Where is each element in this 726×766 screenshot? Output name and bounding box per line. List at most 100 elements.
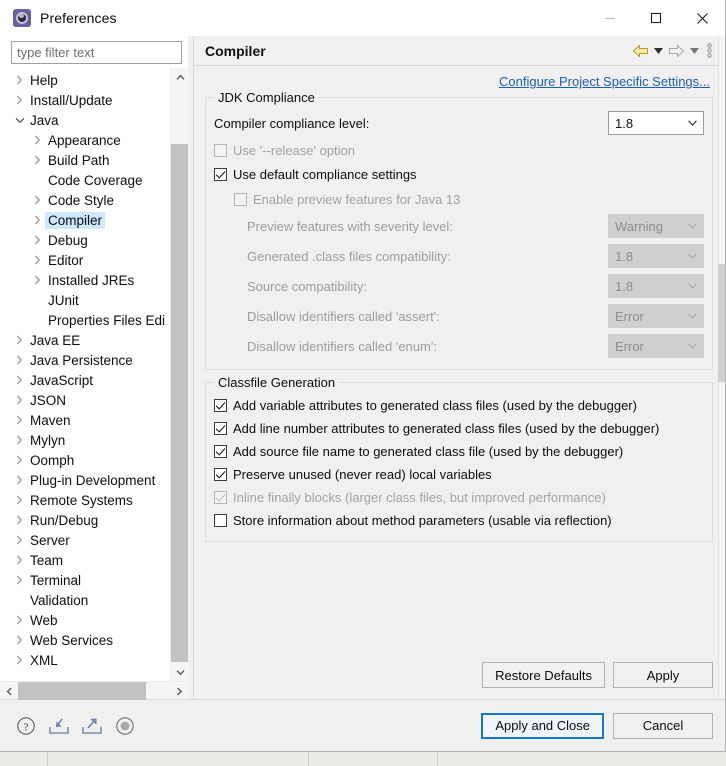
forward-arrow-icon[interactable] (665, 40, 687, 62)
use-release-option-checkbox[interactable]: Use '--release' option (214, 140, 704, 161)
cancel-button[interactable]: Cancel (613, 712, 713, 739)
help-icon[interactable]: ? (14, 714, 38, 738)
sidebar-item-validation[interactable]: Validation (0, 590, 170, 610)
sidebar-item-debug[interactable]: Debug (0, 230, 170, 250)
sidebar-item-junit[interactable]: JUnit (0, 290, 170, 310)
sidebar-item-javascript[interactable]: JavaScript (0, 370, 170, 390)
sidebar-item-compiler[interactable]: Compiler (0, 210, 170, 230)
source-compatibility-select[interactable]: 1.8 (608, 274, 704, 298)
apply-button[interactable]: Apply (613, 662, 713, 688)
export-icon[interactable] (80, 714, 104, 738)
sidebar-item-maven[interactable]: Maven (0, 410, 170, 430)
chevron-right-icon[interactable] (12, 95, 27, 105)
chevron-right-icon[interactable] (12, 575, 27, 585)
disallow-assert-select[interactable]: Error (608, 304, 704, 328)
page-vertical-scrollbar[interactable] (718, 36, 725, 699)
sidebar-item-remote-systems[interactable]: Remote Systems (0, 490, 170, 510)
preview-severity-select[interactable]: Warning (608, 214, 704, 238)
scroll-left-icon[interactable] (0, 682, 18, 700)
maximize-button[interactable] (633, 0, 679, 36)
chevron-right-icon[interactable] (12, 655, 27, 665)
record-icon[interactable] (113, 714, 137, 738)
close-button[interactable] (679, 0, 725, 36)
tree-scrollbar-thumb[interactable] (171, 144, 188, 662)
tree-vertical-scrollbar[interactable] (170, 68, 188, 681)
sidebar-item-code-style[interactable]: Code Style (0, 190, 170, 210)
sidebar-item-terminal[interactable]: Terminal (0, 570, 170, 590)
sidebar-item-web-services[interactable]: Web Services (0, 630, 170, 650)
chevron-right-icon[interactable] (12, 335, 27, 345)
scroll-up-icon[interactable] (171, 68, 188, 86)
chevron-right-icon[interactable] (12, 435, 27, 445)
chevron-right-icon[interactable] (30, 215, 45, 225)
scroll-right-icon[interactable] (170, 682, 188, 700)
chevron-right-icon[interactable] (12, 455, 27, 465)
sidebar-item-build-path[interactable]: Build Path (0, 150, 170, 170)
back-history-chevron-down-icon[interactable] (651, 40, 665, 62)
classfile-option-checkbox[interactable]: Preserve unused (never read) local varia… (214, 464, 704, 485)
page-scrollbar-thumb[interactable] (718, 264, 725, 382)
import-icon[interactable] (47, 714, 71, 738)
sidebar-item-json[interactable]: JSON (0, 390, 170, 410)
sidebar-item-plug-in-development[interactable]: Plug-in Development (0, 470, 170, 490)
forward-history-chevron-down-icon[interactable] (687, 40, 701, 62)
sidebar-item-install-update[interactable]: Install/Update (0, 90, 170, 110)
chevron-right-icon[interactable] (12, 375, 27, 385)
chevron-down-icon[interactable] (12, 117, 27, 124)
sidebar-item-help[interactable]: Help (0, 70, 170, 90)
search-input[interactable] (11, 41, 182, 64)
sidebar-item-appearance[interactable]: Appearance (0, 130, 170, 150)
disallow-enum-select[interactable]: Error (608, 334, 704, 358)
chevron-right-icon[interactable] (12, 75, 27, 85)
sidebar-item-editor[interactable]: Editor (0, 250, 170, 270)
apply-and-close-button[interactable]: Apply and Close (481, 712, 604, 739)
preferences-tree[interactable]: Help Install/Update Java Appearance Build Pa… (0, 68, 170, 681)
generated-class-files-select[interactable]: 1.8 (608, 244, 704, 268)
scroll-down-icon[interactable] (171, 663, 188, 681)
sidebar-item-mylyn[interactable]: Mylyn (0, 430, 170, 450)
use-default-compliance-checkbox[interactable]: Use default compliance settings (214, 164, 704, 185)
sidebar-item-installed-jres[interactable]: Installed JREs (0, 270, 170, 290)
view-menu-icon[interactable] (701, 40, 717, 62)
classfile-option-checkbox[interactable]: Inline finally blocks (larger class file… (214, 487, 704, 508)
chevron-right-icon[interactable] (12, 515, 27, 525)
restore-defaults-button[interactable]: Restore Defaults (482, 662, 605, 688)
chevron-right-icon[interactable] (30, 255, 45, 265)
tree-horizontal-scrollbar[interactable] (0, 681, 188, 700)
sidebar-item-team[interactable]: Team (0, 550, 170, 570)
sidebar-item-web[interactable]: Web (0, 610, 170, 630)
chevron-right-icon[interactable] (12, 495, 27, 505)
chevron-right-icon[interactable] (30, 195, 45, 205)
chevron-right-icon[interactable] (12, 415, 27, 425)
chevron-right-icon[interactable] (30, 235, 45, 245)
classfile-option-checkbox[interactable]: Store information about method parameter… (214, 510, 704, 531)
classfile-option-checkbox[interactable]: Add line number attributes to generated … (214, 418, 704, 439)
sidebar-item-oomph[interactable]: Oomph (0, 450, 170, 470)
chevron-right-icon[interactable] (12, 615, 27, 625)
chevron-right-icon[interactable] (12, 535, 27, 545)
minimize-button[interactable] (587, 0, 633, 36)
chevron-right-icon[interactable] (30, 275, 45, 285)
compliance-level-select[interactable]: 1.8 (608, 111, 704, 135)
chevron-right-icon[interactable] (12, 475, 27, 485)
sidebar-item-java-ee[interactable]: Java EE (0, 330, 170, 350)
sidebar-item-code-coverage[interactable]: Code Coverage (0, 170, 170, 190)
enable-preview-features-checkbox[interactable]: Enable preview features for Java 13 (234, 189, 704, 210)
chevron-right-icon[interactable] (12, 555, 27, 565)
chevron-right-icon[interactable] (12, 635, 27, 645)
classfile-option-checkbox[interactable]: Add variable attributes to generated cla… (214, 395, 704, 416)
chevron-right-icon[interactable] (12, 395, 27, 405)
chevron-right-icon[interactable] (12, 355, 27, 365)
configure-project-specific-settings-link[interactable]: Configure Project Specific Settings... (499, 74, 710, 89)
chevron-right-icon[interactable] (30, 155, 45, 165)
classfile-option-checkbox[interactable]: Add source file name to generated class … (214, 441, 704, 462)
sidebar-item-run-debug[interactable]: Run/Debug (0, 510, 170, 530)
chevron-right-icon[interactable] (30, 135, 45, 145)
sidebar-item-properties-files-edi[interactable]: Properties Files Edi (0, 310, 170, 330)
back-arrow-icon[interactable] (629, 40, 651, 62)
sidebar-item-xml[interactable]: XML (0, 650, 170, 670)
tree-hscrollbar-thumb[interactable] (18, 682, 146, 700)
sidebar-item-server[interactable]: Server (0, 530, 170, 550)
sidebar-item-java[interactable]: Java (0, 110, 170, 130)
sidebar-item-java-persistence[interactable]: Java Persistence (0, 350, 170, 370)
